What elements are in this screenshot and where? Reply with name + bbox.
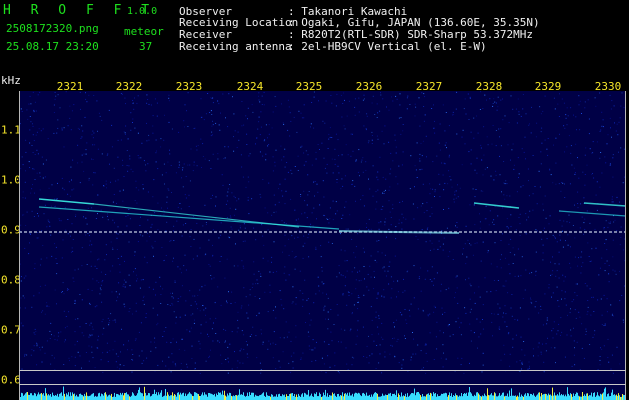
info-value-antenna: : 2el-HB9CV Vertical (el. E-W) bbox=[288, 40, 487, 53]
reference-line-upper bbox=[19, 370, 626, 371]
meteor-label: meteor bbox=[124, 25, 164, 38]
file-datetime: 25.08.17 23:20 bbox=[6, 40, 99, 53]
file-name: 2508172320.png bbox=[6, 22, 99, 35]
y-tick-label: 1.0 bbox=[1, 173, 21, 187]
y-tick-label: 1.1 bbox=[1, 123, 21, 137]
reference-line-lower bbox=[19, 384, 626, 385]
info-label-antenna: Receiving antenna bbox=[179, 40, 292, 53]
app-version: 1.0.0 bbox=[127, 6, 158, 17]
y-tick-label: 0.8 bbox=[1, 273, 21, 287]
y-tick-label: 0.6 bbox=[1, 373, 21, 387]
y-axis-unit: kHz bbox=[1, 74, 21, 87]
plot-frame bbox=[19, 91, 626, 400]
y-tick-label: 0.7 bbox=[1, 323, 21, 337]
header-panel: H R O F F T 1.0.0 2508172320.png 25.08.1… bbox=[0, 0, 629, 72]
meteor-count: 37 bbox=[139, 40, 153, 53]
y-tick-label: 0.9 bbox=[1, 223, 21, 237]
